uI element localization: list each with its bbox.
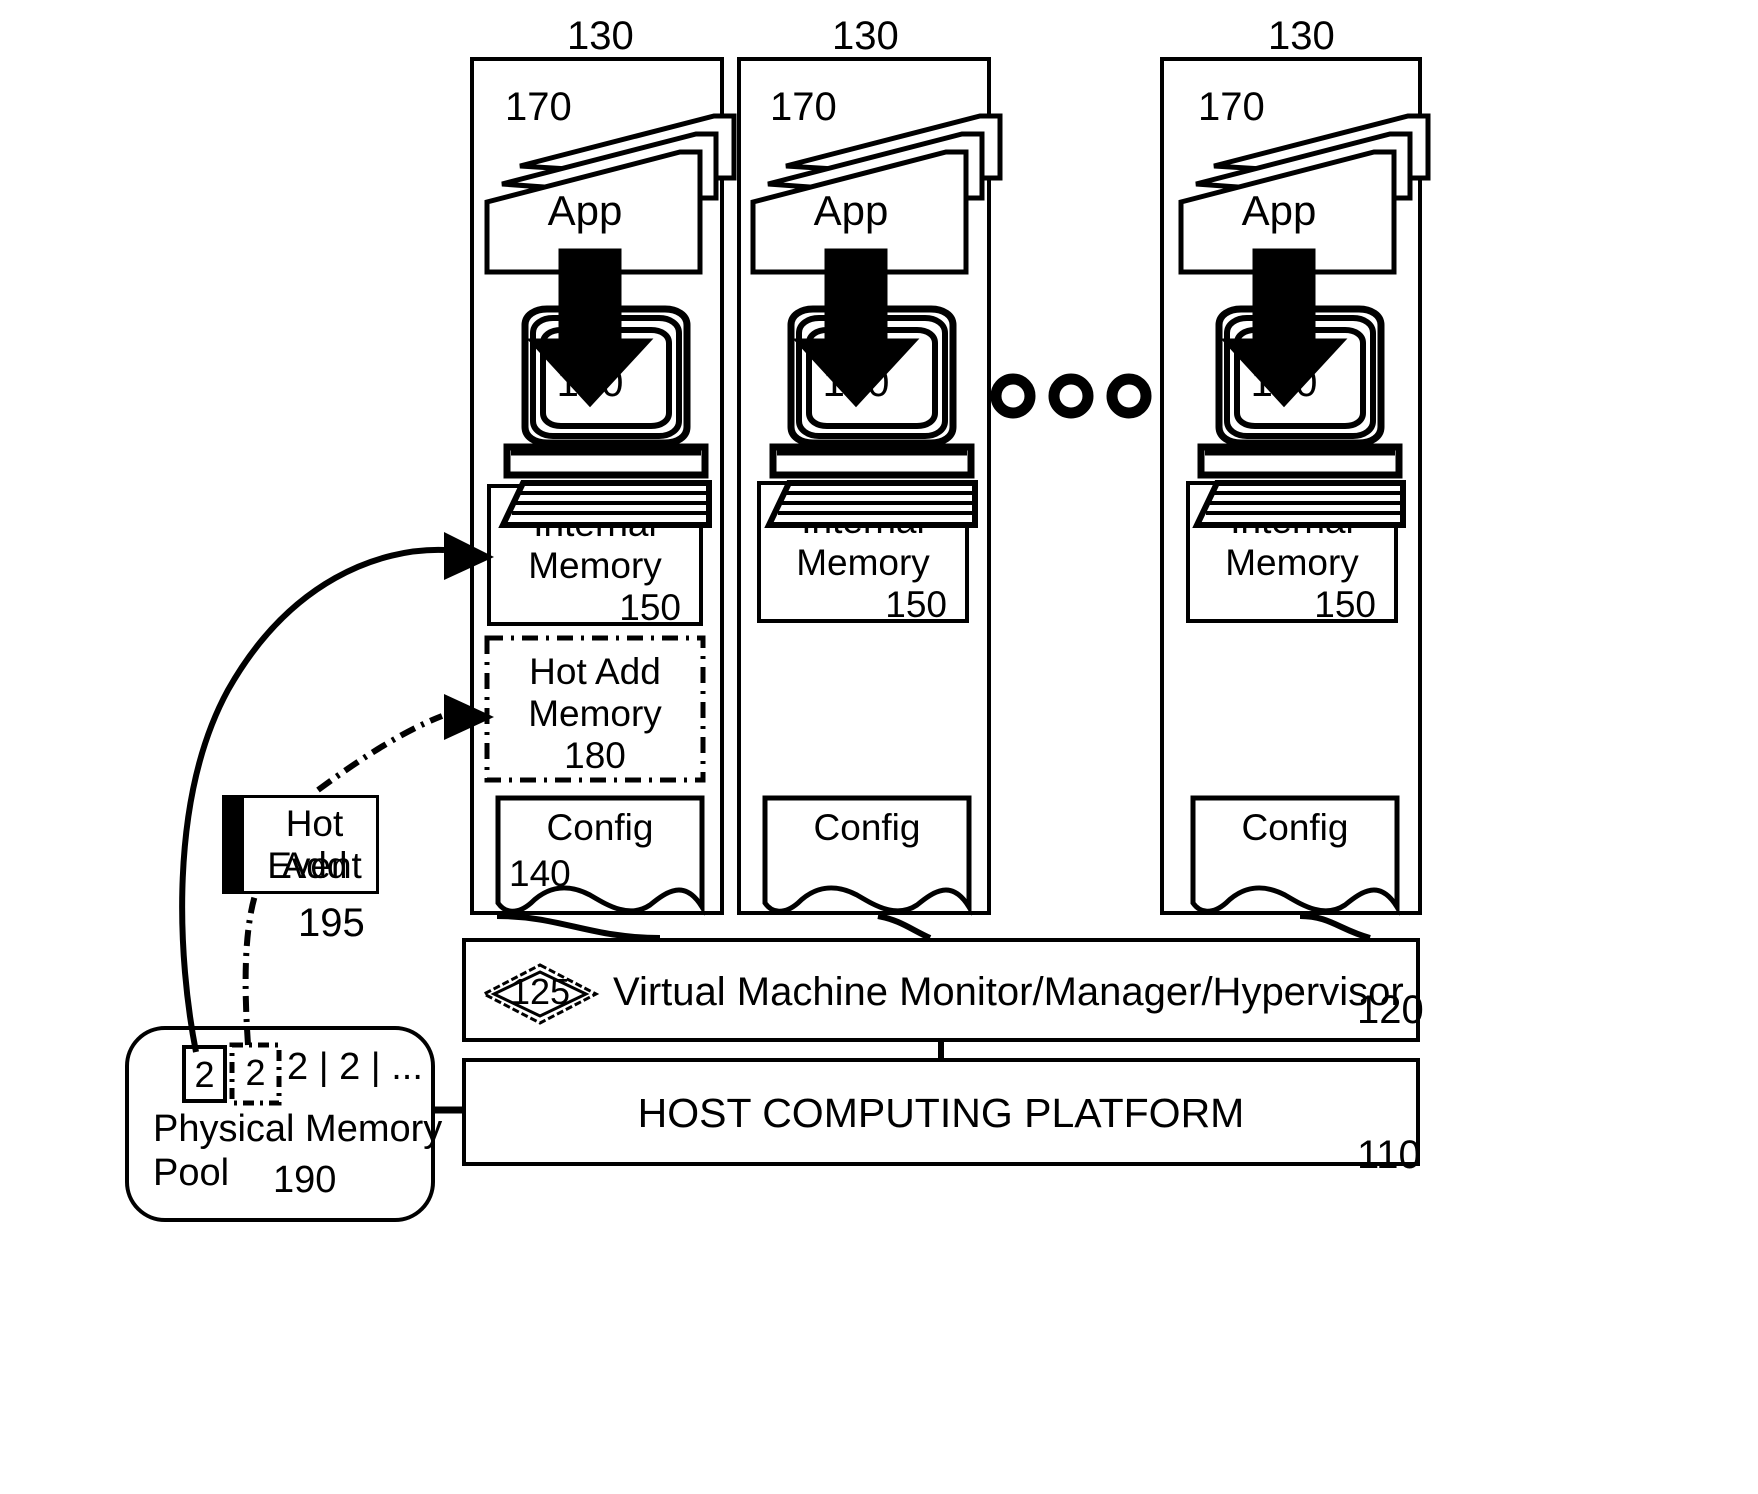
config-label-1: Config: [546, 807, 654, 848]
internal-memory-ref-150-1: 150: [619, 587, 681, 628]
vm-ref-130-3: 130: [1268, 14, 1335, 58]
hot-add-event-line2: Event: [267, 845, 362, 886]
physical-memory-pool-line1: Physical Memory: [153, 1108, 443, 1150]
memory-cell-solid: 2: [182, 1045, 227, 1103]
internal-memory-box-2: Internal Memory 150: [757, 481, 969, 625]
internal-memory-line2-2: Memory: [796, 542, 930, 583]
config-label-3: Config: [1241, 807, 1349, 848]
physical-memory-pool-line2: Pool: [153, 1152, 230, 1194]
hot-add-event-box: Hot Add Event: [222, 795, 379, 894]
internal-memory-line2-1: Memory: [528, 545, 662, 586]
hot-add-memory-line1: Hot Add: [529, 651, 661, 692]
app-ref-170-3: 170: [1198, 85, 1265, 129]
memory-cell-dashed: 2: [229, 1042, 282, 1106]
internal-memory-line1-1: Internal: [533, 503, 657, 544]
memory-cells-rest: 2 | 2 | ...: [287, 1046, 423, 1088]
internal-memory-ref-150-3: 150: [1314, 584, 1376, 625]
config-box-1: Config 140: [495, 795, 705, 916]
config-ref-140: 140: [509, 853, 571, 894]
vm-ref-130-2: 130: [832, 14, 899, 58]
config-label-2: Config: [813, 807, 921, 848]
internal-memory-box-1: Internal Memory 150: [487, 484, 703, 628]
internal-memory-line1-3: Internal: [1230, 500, 1354, 541]
config-box-3: Config: [1190, 795, 1400, 916]
config-box-2: Config: [762, 795, 972, 916]
app-ref-170-2: 170: [770, 85, 837, 129]
internal-memory-box-3: Internal Memory 150: [1186, 481, 1398, 625]
ellipsis-dots: [990, 373, 1152, 419]
patent-diagram-canvas: 130 170 130 170 130 170 Internal Memory …: [0, 0, 1758, 1494]
vmm-ref-120: 120: [1357, 988, 1424, 1032]
internal-memory-ref-150-2: 150: [885, 584, 947, 625]
hot-add-memory-line2: Memory: [528, 693, 662, 734]
hot-add-event-ref-195: 195: [298, 901, 365, 945]
vmm-diamond-label: 125: [509, 971, 571, 1012]
internal-memory-line1-2: Internal: [801, 500, 925, 541]
app-ref-170-1: 170: [505, 85, 572, 129]
physical-memory-pool-ref-190: 190: [273, 1159, 337, 1201]
hot-add-memory-ref-180: 180: [564, 735, 626, 776]
internal-memory-line2-3: Memory: [1225, 542, 1359, 583]
host-ref-110: 110: [1357, 1133, 1421, 1177]
vmm-label: Virtual Machine Monitor/Manager/Hypervis…: [613, 970, 1404, 1014]
memory-cell-dashed-label: 2: [245, 1052, 266, 1093]
vm-ref-130-1: 130: [567, 14, 634, 58]
host-platform-label: HOST COMPUTING PLATFORM: [637, 1090, 1245, 1136]
hot-add-memory-box: Hot Add Memory 180: [484, 635, 706, 783]
hot-add-event-accent-bar: [222, 795, 244, 894]
vmm-diamond-125: 125: [480, 961, 600, 1027]
